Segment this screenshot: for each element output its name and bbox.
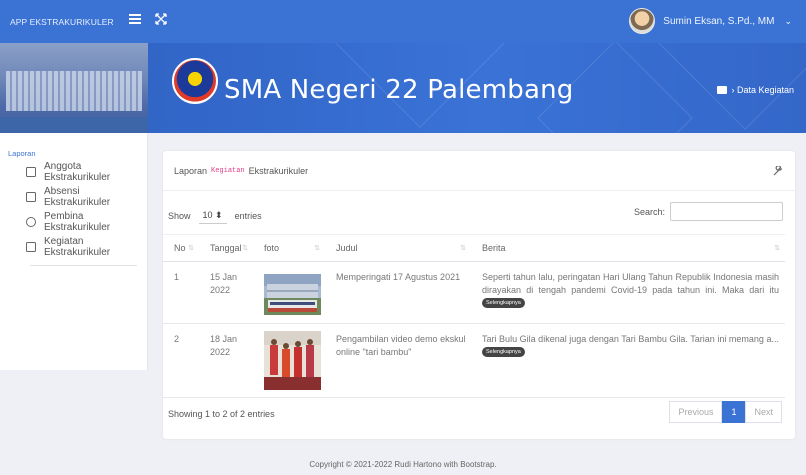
fullscreen-icon[interactable] (154, 12, 168, 26)
checklist-icon (26, 191, 36, 202)
app-brand[interactable]: APP EKSTRAKURIKULER (0, 0, 148, 43)
sidebar-section-label: Laporan (8, 149, 36, 158)
table-info: Showing 1 to 2 of 2 entries (168, 409, 275, 419)
cell-berita: Seperti tahun lalu, peringatan Hari Ulan… (471, 261, 785, 324)
cell-judul: Pengambilan video demo ekskul online "ta… (325, 323, 471, 398)
show-label: Show (168, 211, 191, 221)
sidebar-item-label: Pembina Ekstrakurikuler (44, 210, 111, 233)
sidebar-item-kegiatan[interactable]: Kegiatan Ekstrakurikuler (0, 235, 147, 258)
sidebar: Laporan Anggota Ekstrakurikuler Absensi … (0, 133, 148, 370)
table-row: 1 15 Jan 2022 Memperingati 17 Agustus 20 (163, 261, 785, 324)
cell-no: 2 (163, 323, 199, 398)
column-header-tanggal[interactable]: Tanggal ⇅ (199, 234, 253, 262)
search-input[interactable] (670, 202, 783, 221)
read-more-button[interactable]: Selengkapnya (482, 347, 525, 358)
column-header-foto[interactable]: foto ⇅ (253, 234, 325, 262)
school-logo (172, 58, 218, 104)
cell-no: 1 (163, 261, 199, 324)
entries-length-control: Show 10 ⬍ entries (168, 208, 262, 224)
card-title-text: Laporan (174, 165, 208, 176)
sort-icon: ⇅ (774, 245, 780, 252)
card-title-code: Kegiatan (211, 166, 245, 175)
top-navbar: APP EKSTRAKURIKULER Sumin Eksan, S.Pd., … (0, 0, 806, 43)
home-icon[interactable] (717, 86, 728, 94)
berita-text: Tari Bulu Gila dikenal juga dengan Tari … (482, 334, 779, 344)
user-icon (26, 216, 36, 227)
user-name: Sumin Eksan, S.Pd., MM (663, 15, 775, 27)
previous-page-button[interactable]: Previous (669, 401, 723, 423)
sidebar-item-label: Kegiatan Ekstrakurikuler (44, 235, 111, 258)
activities-table: No ⇅ Tanggal ⇅ foto ⇅ Judul ⇅ Berita ⇅ 1 15 J… (163, 234, 785, 398)
sidebar-item-label: Anggota Ekstrakurikuler (44, 160, 111, 183)
activity-photo[interactable] (264, 274, 321, 315)
pagination: Previous 1 Next (669, 401, 782, 423)
column-header-judul[interactable]: Judul ⇅ (325, 234, 471, 262)
avatar (629, 8, 656, 34)
sort-icon: ⇅ (460, 245, 466, 252)
footer-copyright: Copyright © 2021-2022 Rudi Hartono with … (309, 460, 497, 469)
berita-text: Seperti tahun lalu, peringatan Hari Ulan… (482, 272, 779, 295)
sidebar-item-label: Absensi Ekstrakurikuler (44, 185, 111, 208)
cell-berita: Tari Bulu Gila dikenal juga dengan Tari … (471, 323, 785, 398)
entries-select[interactable]: 10 ⬍ (198, 208, 227, 224)
page-title: SMA Negeri 22 Palembang (224, 75, 574, 105)
table-row: 2 18 Jan 2022 Pengambilan video demo eks… (163, 323, 785, 398)
school-photo (0, 43, 148, 133)
sort-icon: ⇅ (188, 245, 194, 252)
column-header-no[interactable]: No ⇅ (163, 234, 199, 262)
sidebar-item-anggota[interactable]: Anggota Ekstrakurikuler (0, 160, 147, 183)
sort-icon: ⇅ (314, 245, 320, 252)
table-header-row: No ⇅ Tanggal ⇅ foto ⇅ Judul ⇅ Berita ⇅ (163, 234, 785, 262)
sidebar-item-absensi[interactable]: Absensi Ekstrakurikuler (0, 185, 147, 208)
entries-label: entries (234, 211, 262, 221)
users-icon (26, 166, 36, 177)
breadcrumb-current: › Data Kegiatan (731, 85, 794, 95)
wrench-icon[interactable] (773, 166, 783, 176)
chevron-down-icon: ⌄ (784, 15, 792, 26)
cell-foto (253, 261, 325, 324)
read-more-button[interactable]: Selengkapnya (482, 297, 525, 308)
search-control: Search: (634, 202, 783, 221)
search-label: Search: (633, 206, 665, 217)
card-title: Laporan Kegiatan Ekstrakurikuler (163, 151, 795, 191)
sidebar-item-pembina[interactable]: Pembina Ekstrakurikuler (0, 210, 147, 233)
column-header-berita[interactable]: Berita ⇅ (471, 234, 785, 262)
sort-icon: ⇅ (242, 245, 248, 252)
breadcrumb: › Data Kegiatan (717, 85, 794, 95)
hamburger-menu-icon[interactable] (129, 14, 141, 24)
cell-foto (253, 323, 325, 398)
cell-tanggal: 18 Jan 2022 (199, 323, 253, 398)
page-button-current[interactable]: 1 (722, 401, 746, 423)
report-card: Laporan Kegiatan Ekstrakurikuler Show 10… (163, 151, 795, 439)
user-menu[interactable]: Sumin Eksan, S.Pd., MM ⌄ (629, 8, 792, 34)
divider (30, 265, 137, 266)
card-title-text: Ekstrakurikuler (248, 165, 309, 176)
next-page-button[interactable]: Next (745, 401, 782, 423)
activity-photo[interactable] (264, 331, 321, 390)
page-header: SMA Negeri 22 Palembang › Data Kegiatan (0, 43, 806, 133)
cell-tanggal: 15 Jan 2022 (199, 261, 253, 324)
cell-judul: Memperingati 17 Agustus 2021 (325, 261, 471, 324)
document-icon (26, 241, 36, 252)
